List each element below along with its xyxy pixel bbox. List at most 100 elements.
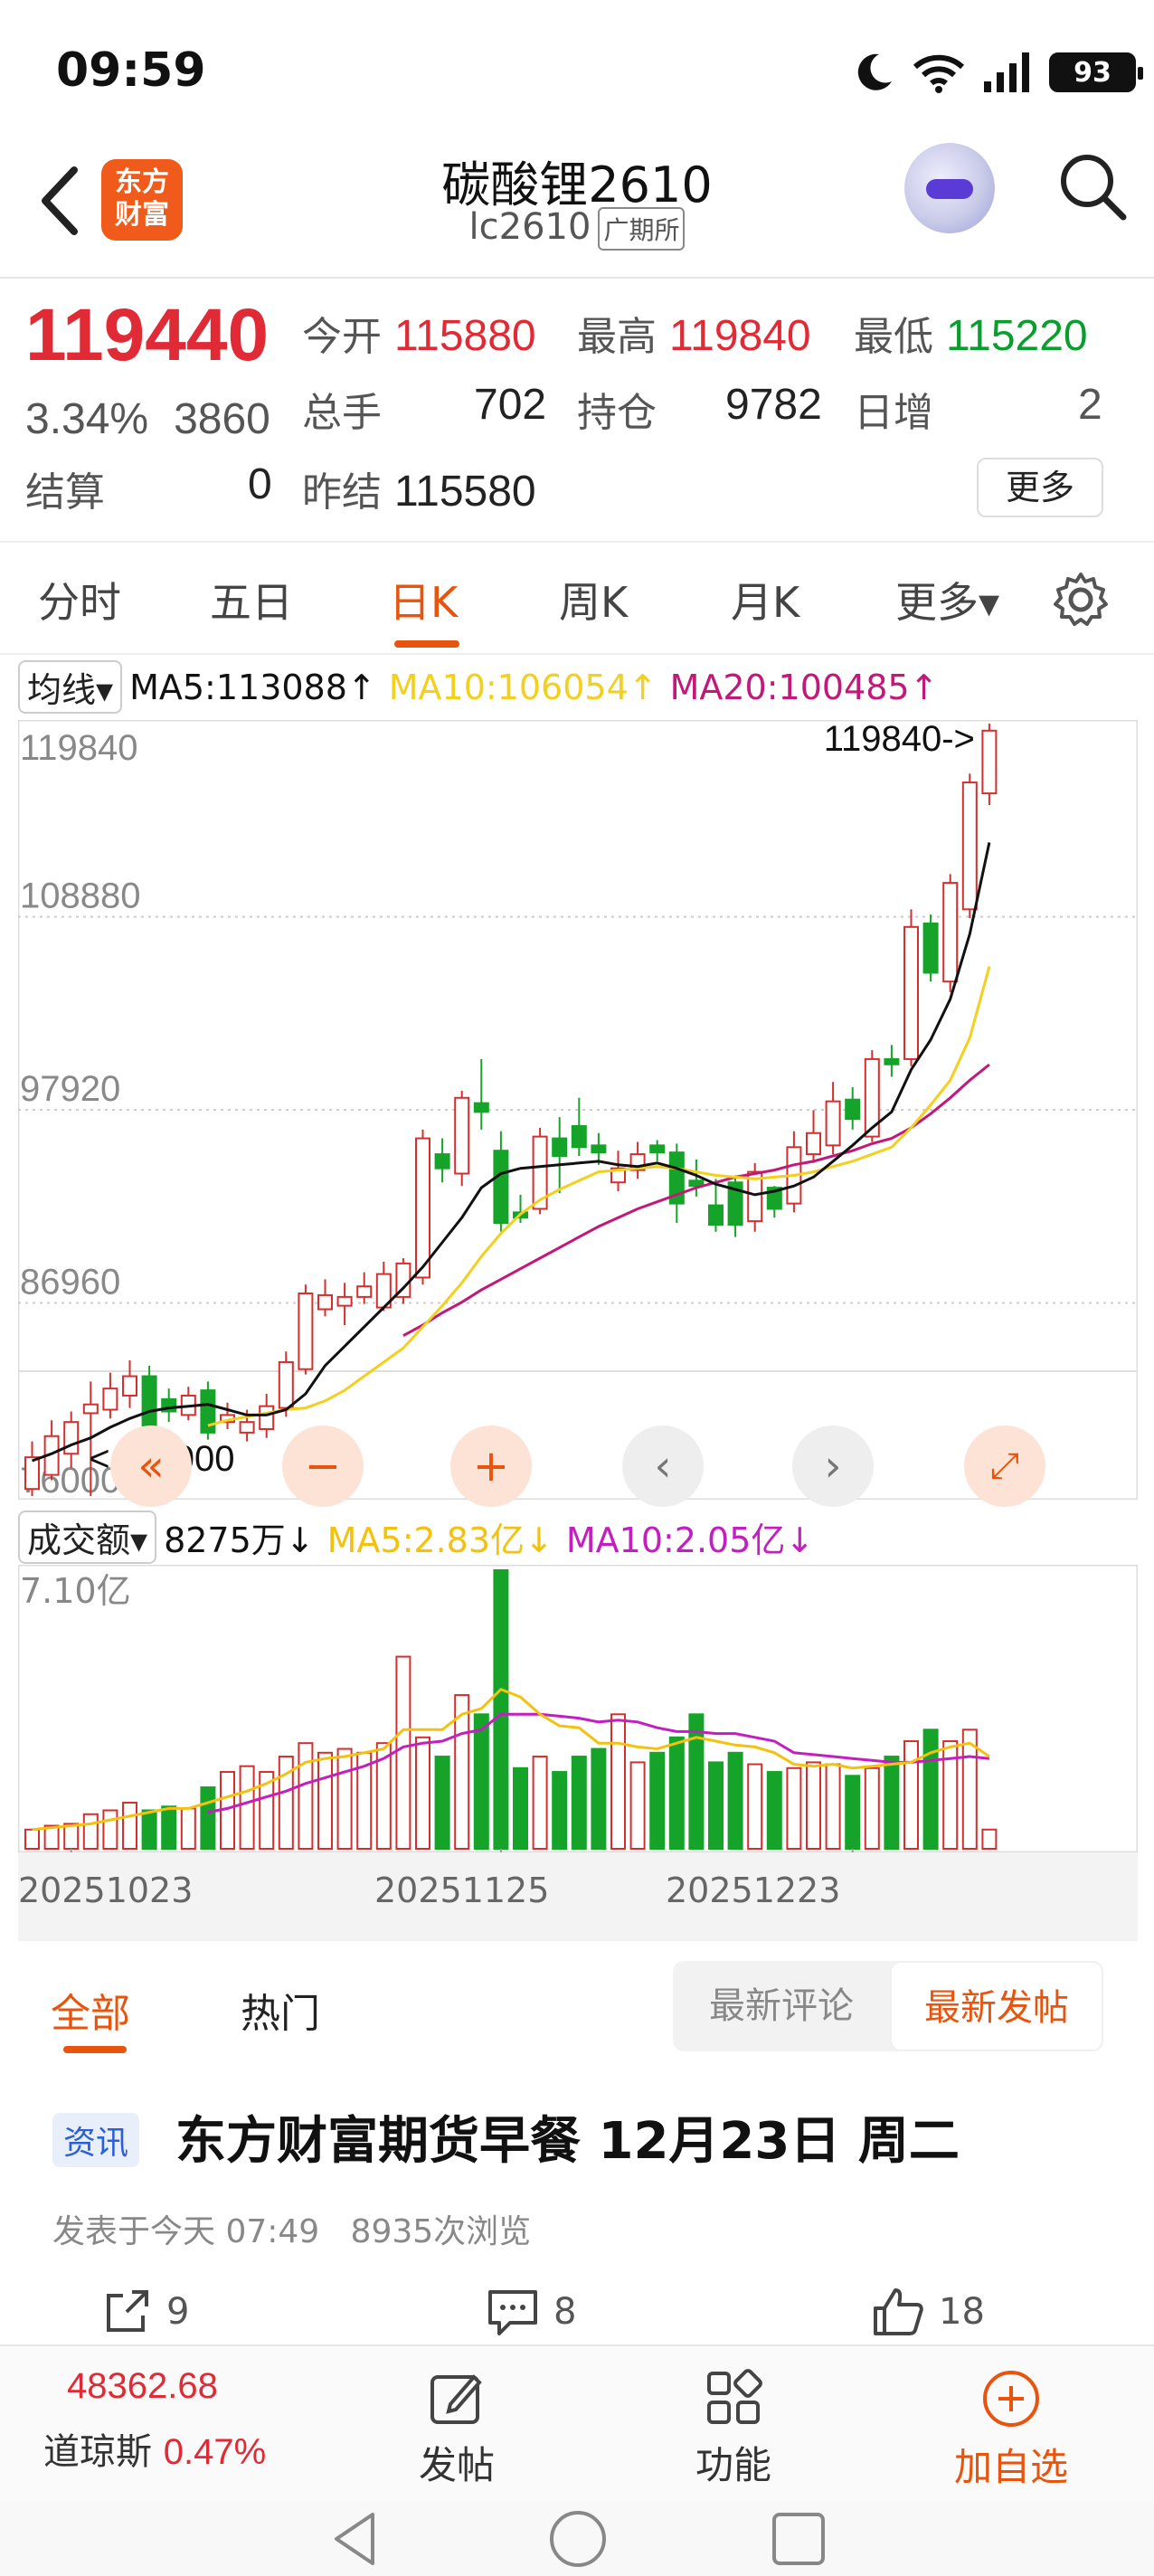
ma5-line [31, 842, 991, 1463]
volume-bar [415, 1736, 430, 1850]
open-value: 115880 [394, 312, 536, 360]
volume-bar [161, 1805, 177, 1850]
contract-code: lc2610 [468, 206, 591, 248]
comment-action[interactable]: 8 [485, 2285, 576, 2339]
volume-value: 702 [474, 381, 547, 429]
like-action[interactable]: 18 [870, 2285, 985, 2339]
candle-up [278, 1360, 294, 1409]
volume-bar [63, 1823, 80, 1850]
chevron-left-icon: ‹ [654, 1441, 672, 1492]
nav-recents-icon[interactable] [769, 2509, 828, 2569]
battery-level: 93 [1074, 56, 1111, 89]
volume-bar [122, 1802, 137, 1850]
add-watchlist-button[interactable]: 加自选 [948, 2368, 1074, 2492]
add-circle-icon [983, 2371, 1039, 2427]
scroll-left-button[interactable]: ‹ [622, 1425, 704, 1507]
forum-tabs: 全部 热门 最新评论 最新发帖 [0, 1954, 1154, 2071]
y-tick-label: 119840 [20, 728, 138, 768]
status-bar: 09:59 93 [0, 0, 1154, 136]
kline-chart[interactable]: 119840108880979208696076000119840-><--76… [18, 720, 1138, 1500]
daily-inc-value: 2 [1078, 381, 1102, 429]
index-name: 道琼斯 [43, 2431, 152, 2473]
exchange-badge: 广期所 [598, 207, 686, 251]
tab-five-day[interactable]: 五日 [210, 570, 293, 630]
sort-latest-post[interactable]: 最新发帖 [890, 1961, 1103, 2051]
function-button[interactable]: 功能 [684, 2368, 783, 2490]
y-tick-label: 97920 [20, 1069, 120, 1109]
volume-bar [513, 1766, 528, 1850]
nav-home-icon[interactable] [546, 2507, 610, 2571]
candle-down [649, 1144, 666, 1154]
tab-daily-k[interactable]: 日K [389, 570, 458, 630]
low-label: 最低 [854, 314, 933, 360]
settings-gear-icon[interactable] [1051, 570, 1111, 630]
y-tick-label: 86960 [20, 1263, 120, 1302]
sort-segmented-control: 最新评论 最新发帖 [673, 1961, 1103, 2051]
candle-down [200, 1389, 216, 1434]
candle-up [259, 1405, 275, 1430]
zoom-in-button[interactable]: + [450, 1425, 532, 1507]
volume-bar [102, 1809, 118, 1850]
tab-monthly-k[interactable]: 月K [731, 570, 799, 630]
volume-bar [845, 1775, 861, 1850]
nav-back-icon[interactable] [326, 2507, 383, 2571]
ma5-label: MA5:113088↑ [129, 667, 376, 707]
volume-bar [668, 1736, 685, 1850]
volume-max-label: 7.10亿 [20, 1571, 131, 1611]
high-value: 119840 [669, 312, 811, 360]
scroll-right-button[interactable]: › [792, 1425, 874, 1507]
share-action[interactable]: 9 [99, 2285, 189, 2339]
volume-current: 8275万↓ [164, 1520, 315, 1560]
expand-icon: ⤢ [990, 1445, 1019, 1487]
volume-selector[interactable]: 成交额▾ [18, 1511, 157, 1564]
more-quote-button[interactable]: 更多 [977, 458, 1103, 517]
forum-tab-hot[interactable]: 热门 [241, 1981, 320, 2039]
change-value: 3860 [174, 395, 270, 443]
tab-intraday[interactable]: 分时 [38, 570, 121, 630]
volume-bar [766, 1771, 782, 1850]
post-label: 发帖 [418, 2443, 495, 2487]
volume-bar [473, 1713, 489, 1850]
period-tabs: 分时 五日 日K 周K 月K 更多▾ [0, 543, 1154, 655]
high-annotation: 119840-> [824, 720, 975, 759]
ma-selector[interactable]: 均线▾ [18, 660, 123, 714]
volume-chart[interactable]: 7.10亿 [18, 1565, 1138, 1852]
low-value: 115220 [946, 312, 1088, 360]
volume-bar [786, 1766, 802, 1850]
post-button[interactable]: 发帖 [407, 2368, 506, 2490]
news-title[interactable]: 东方财富期货早餐 12月23日 周二 [175, 2100, 960, 2174]
volume-bar [141, 1809, 157, 1850]
candle-up [825, 1100, 841, 1147]
add-watchlist-label: 加自选 [953, 2445, 1068, 2489]
zoom-out-button[interactable]: − [282, 1425, 364, 1507]
assistant-avatar[interactable] [904, 143, 995, 233]
index-ticker[interactable]: 道琼斯 0.47% [43, 2422, 266, 2475]
candle-up [903, 925, 919, 1060]
index-change: 0.47% [163, 2432, 267, 2472]
forum-tab-underline [63, 2046, 127, 2053]
y-tick-label: 108880 [20, 876, 140, 916]
volume-bar [708, 1761, 724, 1850]
scroll-left-fast-button[interactable]: « [110, 1425, 192, 1507]
forum-tab-all[interactable]: 全部 [51, 1981, 130, 2039]
do-not-disturb-icon [857, 53, 892, 90]
candle-up [942, 882, 959, 983]
candle-up [454, 1096, 470, 1175]
search-icon[interactable] [1055, 148, 1130, 224]
tab-weekly-k[interactable]: 周K [559, 570, 628, 630]
sort-latest-comment[interactable]: 最新评论 [673, 1961, 890, 2051]
share-count: 9 [166, 2291, 190, 2333]
index-value[interactable]: 48362.68 [67, 2366, 218, 2407]
fullscreen-button[interactable]: ⤢ [964, 1425, 1045, 1507]
oi-value: 9782 [725, 381, 822, 429]
candle-up [63, 1421, 80, 1455]
volume-bar [298, 1742, 314, 1850]
chevron-right-icon: › [824, 1441, 842, 1492]
x-label-3: 20251223 [666, 1870, 841, 1910]
candle-down [493, 1150, 509, 1225]
high-field: 最高 119840 [577, 304, 811, 362]
volume-bar [610, 1713, 626, 1850]
edit-icon [430, 2374, 482, 2424]
tab-more[interactable]: 更多▾ [895, 570, 999, 630]
candle-up [24, 1456, 40, 1491]
